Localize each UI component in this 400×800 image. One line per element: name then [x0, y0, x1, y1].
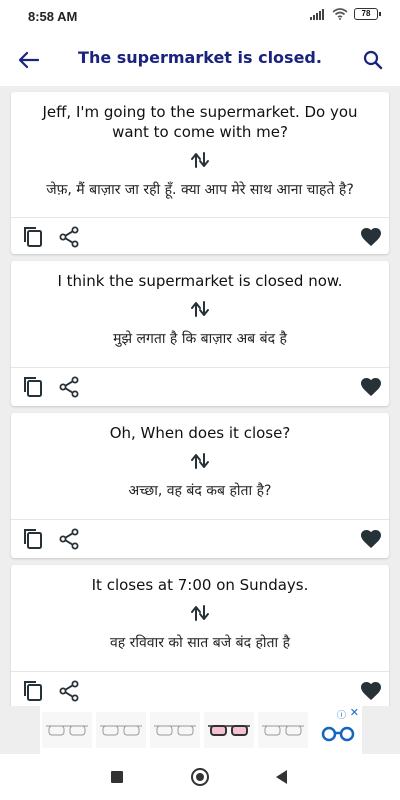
share-button[interactable]	[57, 225, 81, 249]
share-button[interactable]	[57, 679, 81, 703]
favorite-button[interactable]	[359, 527, 383, 551]
glasses-icon	[208, 725, 250, 736]
ad-banner[interactable]: ⓘ ✕	[40, 706, 362, 754]
english-text: It closes at 7:00 on Sundays.	[91, 576, 309, 594]
ad-image[interactable]	[258, 712, 308, 748]
hindi-text: वह रविवार को सात बजे बंद होता है	[110, 635, 290, 651]
swap-arrows-icon	[11, 297, 389, 321]
ad-image[interactable]	[96, 712, 146, 748]
signal-icon	[310, 8, 324, 20]
english-text: I think the supermarket is closed now.	[57, 272, 343, 290]
share-icon	[59, 226, 79, 248]
english-text: Oh, When does it close?	[109, 424, 291, 442]
hindi-text: मुझे लगता है कि बाज़ार अब बंद है	[113, 331, 287, 347]
share-button[interactable]	[57, 375, 81, 399]
glasses-icon	[154, 725, 196, 736]
favorite-button[interactable]	[359, 225, 383, 249]
app-bar: The supermarket is closed.	[0, 34, 400, 86]
status-bar: 8:58 AM 78	[0, 0, 400, 34]
favorite-button[interactable]	[359, 375, 383, 399]
search-icon	[363, 50, 383, 70]
ad-close-icon[interactable]: ✕	[350, 706, 359, 719]
phrase-list: Jeff, I'm going to the supermarket. Do y…	[0, 86, 400, 706]
ad-image[interactable]	[42, 712, 92, 748]
share-icon	[59, 376, 79, 398]
share-button[interactable]	[57, 527, 81, 551]
glasses-icon	[262, 725, 304, 736]
back-button[interactable]	[14, 45, 44, 75]
heart-icon	[361, 530, 381, 548]
copy-icon	[24, 529, 42, 549]
heart-icon	[361, 682, 381, 700]
phrase-card: Oh, When does it close? अच्छा, वह बंद कब…	[11, 413, 389, 558]
phrase-card: I think the supermarket is closed now. म…	[11, 261, 389, 406]
ad-image[interactable]	[204, 712, 254, 748]
swap-arrows-icon	[11, 148, 389, 172]
share-icon	[59, 528, 79, 550]
search-button[interactable]	[358, 45, 388, 75]
nav-back-button[interactable]	[276, 770, 287, 784]
battery-icon: 78	[354, 8, 381, 20]
copy-button[interactable]	[21, 679, 45, 703]
page-title: The supermarket is closed.	[78, 48, 322, 67]
card-actions	[11, 218, 389, 254]
glasses-icon	[46, 725, 88, 736]
copy-button[interactable]	[21, 375, 45, 399]
swap-arrows-icon	[11, 601, 389, 625]
back-arrow-icon	[19, 52, 39, 68]
card-actions	[11, 368, 389, 404]
glasses-icon	[100, 725, 142, 736]
ad-info-icon[interactable]: ⓘ	[337, 708, 346, 721]
status-icons: 78	[310, 8, 381, 20]
copy-icon	[24, 227, 42, 247]
system-nav-bar	[0, 754, 400, 800]
favorite-button[interactable]	[359, 679, 383, 703]
card-actions	[11, 520, 389, 556]
heart-icon	[361, 378, 381, 396]
swap-arrows-icon	[11, 449, 389, 473]
ad-image[interactable]	[150, 712, 200, 748]
copy-button[interactable]	[21, 225, 45, 249]
phrase-card: Jeff, I'm going to the supermarket. Do y…	[11, 92, 389, 254]
status-time: 8:58 AM	[28, 9, 78, 24]
hindi-text: जेफ़, मैं बाज़ार जा रही हूँ. क्या आप मेर…	[46, 182, 354, 198]
copy-icon	[24, 681, 42, 701]
copy-button[interactable]	[21, 527, 45, 551]
wifi-icon	[332, 8, 348, 20]
share-icon	[59, 680, 79, 702]
copy-icon	[24, 377, 42, 397]
heart-icon	[361, 228, 381, 246]
english-text: Jeff, I'm going to the supermarket. Do y…	[42, 103, 358, 141]
hindi-text: अच्छा, वह बंद कब होता है?	[128, 483, 272, 499]
card-actions	[11, 672, 389, 706]
recents-button[interactable]	[111, 771, 123, 783]
ad-logo-icon	[321, 726, 355, 742]
home-button[interactable]	[191, 768, 209, 786]
phrase-card: It closes at 7:00 on Sundays. वह रविवार …	[11, 565, 389, 706]
